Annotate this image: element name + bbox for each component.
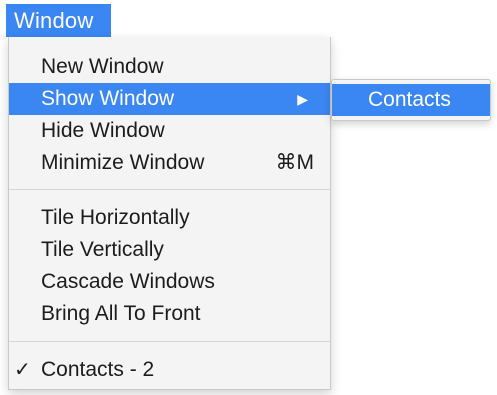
menu-item-label: Minimize Window bbox=[41, 151, 205, 174]
menu-item-label: Tile Vertically bbox=[41, 238, 164, 261]
show-window-submenu: Contacts bbox=[331, 79, 491, 121]
menu-separator bbox=[9, 341, 330, 342]
menu-item-show-window[interactable]: Show Window ▶ bbox=[9, 83, 330, 115]
screen: Window New Window Show Window ▶ Hide Win… bbox=[0, 0, 497, 395]
submenu-arrow-icon: ▶ bbox=[297, 91, 308, 107]
menu-item-label: Cascade Windows bbox=[41, 270, 215, 293]
menu-item-new-window[interactable]: New Window bbox=[9, 51, 330, 83]
menu-item-label: Bring All To Front bbox=[41, 302, 201, 325]
menu-item-tile-vertically[interactable]: Tile Vertically bbox=[9, 234, 330, 266]
menu-item-label: New Window bbox=[41, 55, 164, 78]
menu-item-label: Hide Window bbox=[41, 119, 165, 142]
menu-item-bring-all-to-front[interactable]: Bring All To Front bbox=[9, 298, 330, 330]
submenu-item-contacts[interactable]: Contacts bbox=[332, 84, 490, 116]
menu-item-label: Contacts - 2 bbox=[41, 358, 155, 381]
menu-item-tile-horizontally[interactable]: Tile Horizontally bbox=[9, 202, 330, 234]
menu-item-label: Show Window bbox=[41, 87, 175, 110]
menu-item-cascade-windows[interactable]: Cascade Windows bbox=[9, 266, 330, 298]
menu-item-label: Tile Horizontally bbox=[41, 206, 190, 229]
submenu-item-label: Contacts bbox=[368, 88, 451, 111]
menu-item-contacts-2[interactable]: ✓ Contacts - 2 bbox=[9, 354, 330, 386]
menu-separator bbox=[9, 189, 330, 190]
window-menu-dropdown: New Window Show Window ▶ Hide Window Min… bbox=[8, 37, 331, 390]
window-menu-title[interactable]: Window bbox=[6, 4, 111, 37]
menu-item-hide-window[interactable]: Hide Window bbox=[9, 115, 330, 147]
menu-item-minimize-window[interactable]: Minimize Window ⌘M bbox=[9, 147, 330, 179]
checkmark-icon: ✓ bbox=[14, 359, 31, 381]
keyboard-shortcut: ⌘M bbox=[275, 151, 315, 174]
